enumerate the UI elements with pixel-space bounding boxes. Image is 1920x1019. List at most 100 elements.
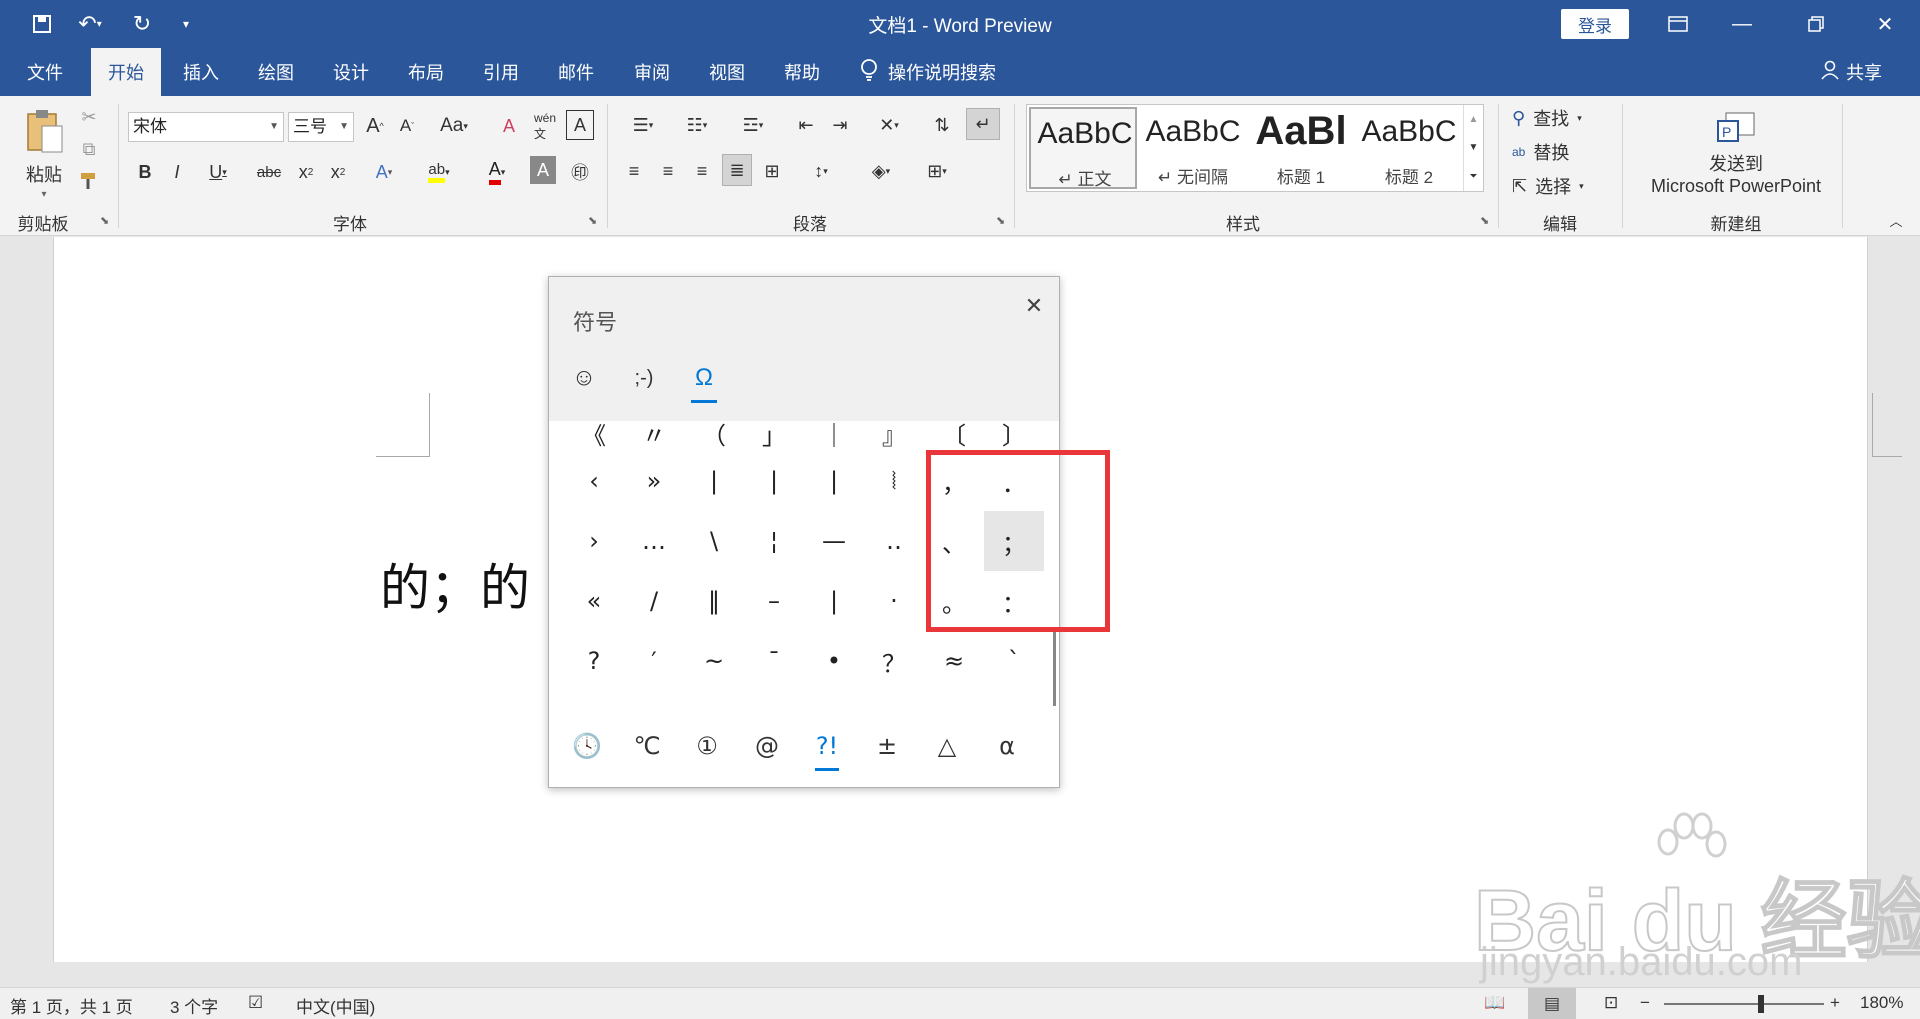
symbol-cell[interactable]: ' [564, 691, 624, 706]
find-button[interactable]: ⚲ 查找 ▾ [1512, 104, 1582, 132]
symbol-cell[interactable]: ~ [684, 631, 744, 691]
styles-launcher-icon[interactable]: ⬊ [1480, 214, 1489, 227]
symbol-cell[interactable]: ˆ [684, 691, 744, 706]
justify-icon[interactable]: ≣ [722, 154, 752, 186]
style-heading-2[interactable]: AaBbC 标题 2 [1355, 107, 1463, 189]
tab-design[interactable]: 设计 [318, 48, 384, 96]
cut-icon[interactable]: ✂ [76, 104, 102, 130]
grow-font-icon[interactable]: A ^ [362, 110, 388, 142]
style-heading-1[interactable]: AaBl 标题 1 [1247, 107, 1355, 189]
symbol-cell[interactable]: — [804, 511, 864, 571]
align-center-icon[interactable]: ≡ [654, 156, 682, 186]
greek-tab[interactable]: α [979, 721, 1035, 771]
symbol-cell[interactable]: ′ [624, 631, 684, 691]
zoom-slider-thumb[interactable] [1758, 995, 1764, 1013]
zoom-in-icon[interactable]: + [1830, 993, 1840, 1013]
numbering-icon[interactable]: ☷ ▾ [674, 110, 720, 140]
replace-button[interactable]: ab 替换 [1512, 138, 1569, 166]
punctuation-tab[interactable]: ?! [799, 721, 855, 771]
close-icon[interactable]: ✕ [1017, 289, 1051, 323]
word-count[interactable]: 3 个字 [170, 993, 218, 1018]
style-no-spacing[interactable]: AaBbC ↵ 无间隔 [1139, 107, 1247, 189]
collapse-ribbon-icon[interactable]: ︿ [1884, 210, 1908, 230]
web-layout-icon[interactable]: ⊡ [1604, 993, 1618, 1013]
bold-icon[interactable]: B [132, 156, 158, 188]
shrink-font-icon[interactable]: Aˇ [394, 110, 420, 142]
tab-insert[interactable]: 插入 [168, 48, 234, 96]
minimize-icon[interactable]: — [1709, 0, 1775, 48]
symbol-cell[interactable]: ﹏ [924, 691, 984, 706]
symbol-cell[interactable]: / [624, 571, 684, 631]
tab-file[interactable]: 文件 [12, 48, 78, 96]
strikethrough-icon[interactable]: abc [252, 156, 286, 188]
text-effects-icon[interactable]: A ▾ [364, 156, 404, 188]
multilevel-list-icon[interactable]: ☲ ▾ [730, 110, 776, 140]
close-icon[interactable]: ✕ [1852, 0, 1918, 48]
symbol-cell[interactable]: › [564, 511, 624, 571]
tab-home[interactable]: 开始 [91, 48, 161, 96]
show-hide-marks-icon[interactable]: ↵ [966, 108, 1000, 140]
symbol-cell[interactable]: « [564, 571, 624, 631]
font-size-combo[interactable]: 三号 ▼ [288, 112, 354, 142]
currency-tab[interactable]: ℃ [619, 721, 675, 771]
tell-me-search[interactable]: 操作说明搜索 [860, 48, 996, 96]
restore-icon[interactable] [1783, 0, 1849, 48]
decrease-indent-icon[interactable]: ⇤ [792, 110, 820, 140]
symbol-cell[interactable]: » [624, 451, 684, 511]
tab-help[interactable]: 帮助 [769, 48, 835, 96]
sort-icon[interactable]: ⇅ [928, 110, 956, 140]
paragraph-launcher-icon[interactable]: ⬊ [996, 214, 1005, 227]
font-name-combo[interactable]: 宋体 ▼ [128, 112, 284, 142]
symbol-cell[interactable]: ` [984, 631, 1044, 691]
highlight-icon[interactable]: ab ▾ [416, 156, 462, 188]
phonetic-guide-icon[interactable]: wén 文 [530, 110, 560, 142]
symbol-cell[interactable]: ≈ [924, 631, 984, 691]
line-spacing-icon[interactable]: ↕ ▾ [798, 156, 844, 186]
print-layout-icon[interactable]: ▤ [1528, 988, 1576, 1019]
zoom-out-icon[interactable]: − [1640, 993, 1650, 1013]
bullets-icon[interactable]: ☰ ▾ [620, 110, 666, 140]
symbol-cell[interactable]: ‥ [864, 511, 924, 571]
select-button[interactable]: ⇱ 选择 ▾ [1512, 172, 1584, 200]
symbol-cell[interactable]: ˋ [624, 691, 684, 706]
symbol-cell[interactable]: ． [864, 691, 924, 706]
align-right-icon[interactable]: ≡ [688, 156, 716, 186]
symbol-cell[interactable] [984, 691, 1044, 706]
zoom-level[interactable]: 180% [1860, 993, 1903, 1013]
increase-indent-icon[interactable]: ⇥ [826, 110, 854, 140]
chinese-layout-icon[interactable]: ✕ ▾ [866, 110, 912, 140]
tab-references[interactable]: 引用 [468, 48, 534, 96]
login-button[interactable]: 登录 [1561, 9, 1629, 39]
symbol-cell[interactable]: – [744, 571, 804, 631]
font-launcher-icon[interactable]: ⬊ [588, 214, 597, 227]
symbol-tab[interactable]: @ [739, 721, 795, 771]
language-status[interactable]: 中文(中国) [296, 993, 375, 1018]
recent-tab[interactable]: 🕓 [559, 721, 615, 771]
enclose-characters-icon[interactable]: ㊞ [566, 156, 594, 188]
read-mode-icon[interactable]: 📖 [1484, 993, 1505, 1013]
symbol-cell[interactable]: | [744, 451, 804, 511]
symbol-cell[interactable]: ¦ [744, 511, 804, 571]
symbol-cell[interactable]: ？ [864, 631, 924, 691]
paste-button[interactable]: 粘贴 ▾ [18, 104, 70, 204]
character-shading-icon[interactable]: A [530, 156, 556, 184]
tab-layout[interactable]: 布局 [393, 48, 459, 96]
customize-quick-access-icon[interactable]: ▾ [174, 10, 198, 38]
ribbon-display-options-icon[interactable] [1645, 0, 1711, 48]
italic-icon[interactable]: I [164, 156, 190, 188]
character-border-icon[interactable]: A [566, 110, 594, 140]
emoji-tab[interactable]: ☺ [559, 353, 609, 403]
align-left-icon[interactable]: ≡ [620, 156, 648, 186]
symbol-cell[interactable] [804, 691, 864, 706]
superscript-icon[interactable]: x2 [324, 156, 352, 188]
share-button[interactable]: 共享 [1820, 48, 1882, 96]
copy-icon[interactable]: ⧉ [76, 136, 102, 162]
symbol-cell[interactable]: ‹ [564, 451, 624, 511]
styles-scroll-down-icon[interactable]: ▼ [1463, 133, 1483, 161]
proofing-icon[interactable]: ☑ [248, 993, 263, 1013]
symbol-cell[interactable]: ? [564, 631, 624, 691]
save-icon[interactable] [24, 10, 60, 38]
tab-draw[interactable]: 绘图 [243, 48, 309, 96]
send-to-powerpoint-button[interactable]: P 发送到 Microsoft PowerPoint [1636, 104, 1836, 204]
symbol-cell[interactable]: ⦚ [864, 451, 924, 511]
